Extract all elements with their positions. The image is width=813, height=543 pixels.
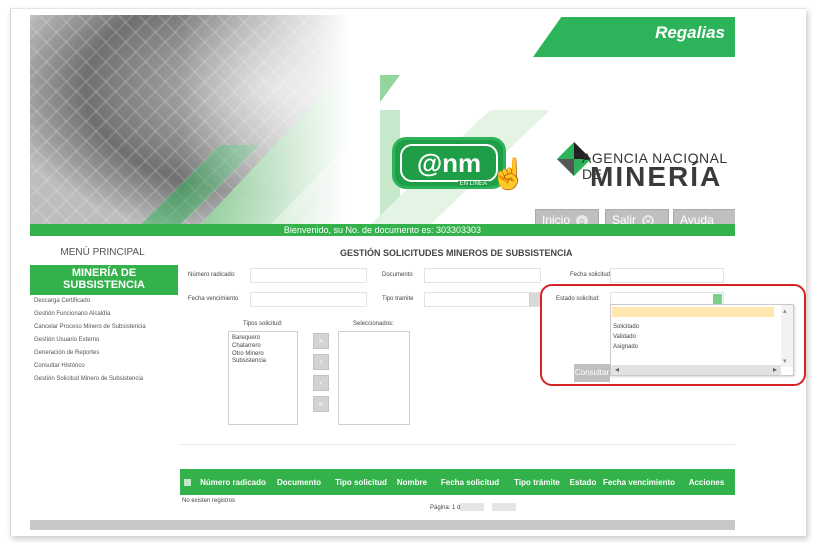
welcome-bar: Bienvenido, su No. de documento es: 3033… xyxy=(30,224,735,236)
column-header[interactable]: Nombre xyxy=(392,469,432,495)
column-header[interactable]: Fecha solicitud xyxy=(432,469,508,495)
move-right-button[interactable]: › xyxy=(313,354,329,370)
numero-radicado-input[interactable] xyxy=(250,268,367,283)
menu-item-historico[interactable]: Consultar Histórico xyxy=(34,363,85,369)
pager-next-button[interactable] xyxy=(492,503,516,511)
column-header[interactable]: Documento xyxy=(268,469,330,495)
results-table-header: Número radicado Documento Tipo solicitud… xyxy=(180,469,735,495)
anm-en-linea-logo: @nm EN LINEA xyxy=(392,137,506,189)
documento-label: Documento xyxy=(382,272,413,278)
column-header[interactable]: Tipo trámite xyxy=(508,469,566,495)
move-all-left-button[interactable]: « xyxy=(313,396,329,412)
column-header[interactable]: Acciones xyxy=(678,469,735,495)
regalias-tab[interactable]: Regalias xyxy=(533,17,735,57)
inicio-button[interactable]: Inicio ⌂ xyxy=(535,209,599,225)
move-left-button[interactable]: ‹ xyxy=(313,375,329,391)
footer-bar xyxy=(30,520,735,530)
menu-item-cancelar-proceso[interactable]: Cancelar Proceso Minero de Subsistencia xyxy=(34,324,146,330)
column-header[interactable]: Número radicado xyxy=(200,469,266,495)
menu-item-gestion-solicitud[interactable]: Gestión Solicitud Minero de Subsistencia xyxy=(34,376,143,382)
menu-item-gestion-usuario[interactable]: Gestión Usuario Externo xyxy=(34,337,99,343)
highlight-annotation xyxy=(540,284,806,386)
tipos-solicitud-label: Tipos solicitud: xyxy=(243,321,283,327)
menu-section-mineria[interactable]: MINERÍA DE SUBSISTENCIA xyxy=(30,265,178,295)
numero-radicado-label: Número radicado: xyxy=(188,272,236,278)
seleccionados-list[interactable] xyxy=(338,331,410,425)
page-title: GESTIÓN SOLICITUDES MINEROS DE SUBSISTEN… xyxy=(340,248,573,258)
pager-prev-button[interactable] xyxy=(460,503,484,511)
fecha-solicitud-input[interactable] xyxy=(610,268,724,283)
menu-item-reportes[interactable]: Generación de Reportes xyxy=(34,350,99,356)
move-all-right-button[interactable]: » xyxy=(313,333,329,349)
salir-button[interactable]: Salir ⏻ xyxy=(605,209,669,225)
tipo-tramite-select[interactable] xyxy=(424,292,541,307)
tipos-solicitud-list[interactable]: Barequero Chatarrero Otro Minero Subsist… xyxy=(228,331,298,425)
column-header[interactable]: Fecha vencimiento xyxy=(600,469,678,495)
header-banner: Regalias @nm EN LINEA ☝ AGENCIA NACIONAL… xyxy=(30,15,735,225)
anm-logo-text: @nm xyxy=(400,144,498,182)
agency-name-line2: MINERÍA xyxy=(590,161,723,192)
column-header[interactable]: Tipo solicitud xyxy=(330,469,392,495)
menu-item-gestion-funcionario[interactable]: Gestión Funcionario Alcaldía xyxy=(34,311,110,317)
select-all-checkbox[interactable] xyxy=(180,469,195,495)
ayuda-button[interactable]: Ayuda? xyxy=(673,209,735,225)
fecha-vencimiento-label: Fecha vencimiento xyxy=(188,296,239,302)
column-header[interactable]: Estado xyxy=(566,469,600,495)
menu-item-descarga-certificado[interactable]: Descarga Certificado xyxy=(34,298,90,304)
fecha-vencimiento-input[interactable] xyxy=(250,292,367,307)
tipo-tramite-label: Tipo tramite xyxy=(382,296,414,302)
list-item[interactable]: Barequero xyxy=(232,335,260,342)
anm-logo-subtext: EN LINEA xyxy=(457,181,489,187)
empty-table-message: No existen registros xyxy=(182,498,236,504)
tipo-tramite-dropdown-icon[interactable] xyxy=(529,293,540,306)
list-item[interactable]: Chatarrero xyxy=(232,343,261,350)
list-item[interactable]: Otro Minero Subsistencia xyxy=(232,351,282,365)
pointer-hand-icon: ☝ xyxy=(490,158,528,191)
seleccionados-label: Seleccionados: xyxy=(353,321,394,327)
main-menu-title: MENÚ PRINCIPAL xyxy=(60,247,145,258)
fecha-solicitud-label: Fecha solicitud: xyxy=(570,272,612,278)
documento-input[interactable] xyxy=(424,268,541,283)
